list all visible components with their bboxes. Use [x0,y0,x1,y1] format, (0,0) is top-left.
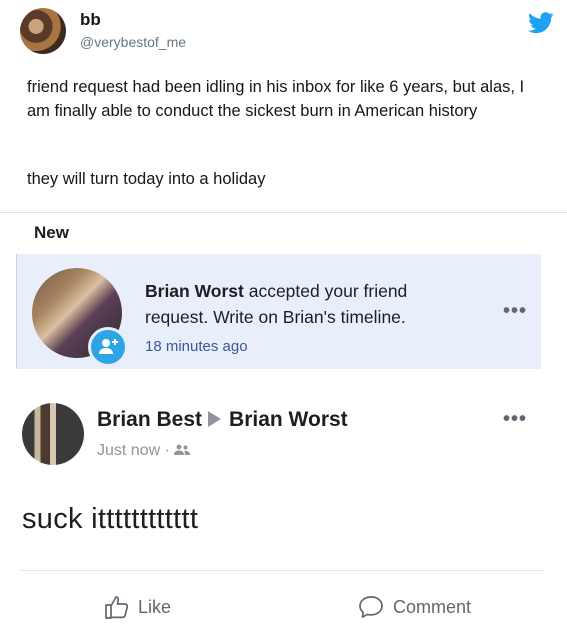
tweet-author-name[interactable]: bb [80,10,101,30]
comment-icon [359,596,383,618]
divider [0,212,567,213]
post-body: suck itttttttttttt [22,503,199,535]
tweet-avatar[interactable] [20,8,66,54]
post-header: Brian Best Brian Worst [97,408,348,432]
meta-separator: · [164,442,170,459]
tweet-text-secondary: they will turn today into a holiday [27,170,266,188]
friends-icon[interactable] [174,444,191,456]
tweet-text: friend request had been idling in his in… [27,78,525,120]
notification-actor[interactable]: Brian Worst [145,281,244,301]
tweet-author-handle[interactable]: @verybestof_me [80,34,186,50]
arrow-right-icon [208,411,222,427]
more-dots-icon[interactable]: ••• [503,300,527,323]
like-label: Like [138,596,172,617]
post-target-name[interactable]: Brian Worst [229,408,348,431]
more-dots-icon[interactable]: ••• [503,408,527,431]
post-author-name[interactable]: Brian Best [97,408,202,431]
divider [20,570,545,571]
post-time[interactable]: Just now [97,442,160,459]
thumbs-up-icon [105,596,129,619]
twitter-bird-icon [528,12,554,34]
post-author-avatar[interactable] [22,403,84,465]
notification-time: 18 minutes ago [145,338,248,355]
notifications-section-header: New [34,223,69,242]
comment-button[interactable]: Comment [357,594,471,620]
notification-text: Brian Worst accepted your friend request… [145,278,465,330]
like-button[interactable]: Like [104,594,171,620]
comment-label: Comment [393,596,472,617]
post-meta: Just now · [97,442,191,460]
add-friend-icon [88,327,128,367]
